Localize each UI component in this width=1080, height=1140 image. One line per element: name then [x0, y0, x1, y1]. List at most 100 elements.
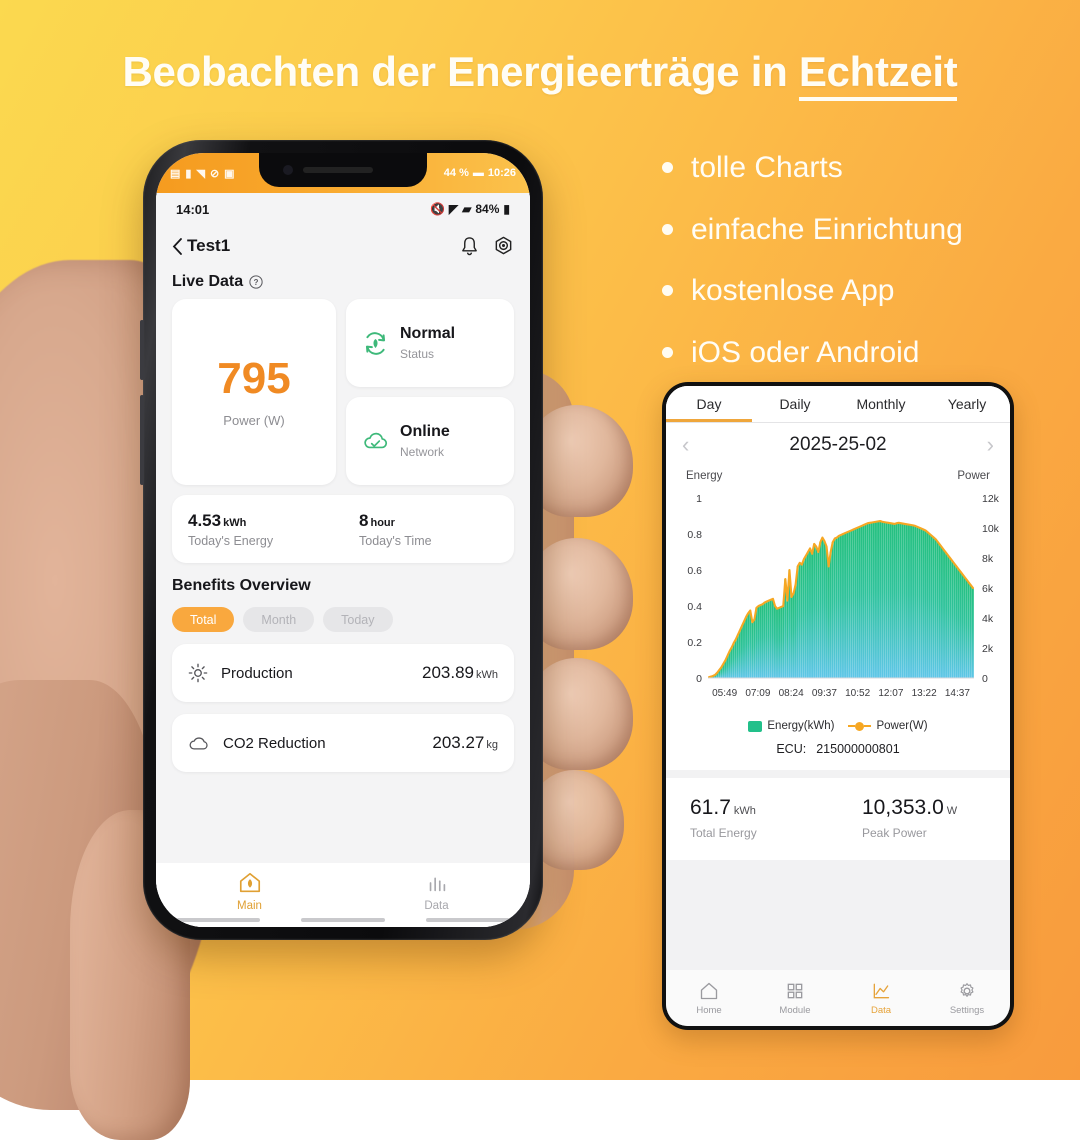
phone-device: ▤ ▮ ◥ ⊘ ▣ 44 % ▬ 10:26 14:01 🔇 ◤ ▰ 84% ▮…	[140, 140, 543, 940]
legend-energy: Energy(kWh)	[748, 720, 834, 732]
power-value: 795	[217, 353, 291, 403]
filter-today[interactable]: Today	[323, 607, 393, 632]
tab-day[interactable]: Day	[666, 396, 752, 422]
benefits-title-label: Benefits Overview	[172, 577, 311, 594]
power-card[interactable]: 795 Power (W)	[172, 299, 336, 485]
battery-percent: 84%	[475, 202, 500, 216]
home-indicator	[156, 918, 530, 922]
filter-month[interactable]: Month	[243, 607, 315, 632]
benefits-title: Benefits Overview	[156, 563, 530, 603]
grid-icon	[787, 983, 803, 998]
bar-chart-icon	[429, 877, 445, 892]
total-energy-unit: kWh	[733, 805, 756, 817]
tab-yearly[interactable]: Yearly	[924, 396, 1010, 422]
left-axis-title: Energy	[686, 470, 723, 482]
status-icons: 🔇 ◤ ▰ 84% ▮	[430, 202, 510, 216]
bell-icon[interactable]	[460, 236, 479, 257]
network-card[interactable]: Online Network	[346, 397, 514, 485]
today-time-unit: hour	[370, 516, 395, 529]
status-card[interactable]: Normal Status	[346, 299, 514, 387]
tab-data-label: Data	[870, 1004, 892, 1016]
network-card-text: Online Network	[400, 423, 450, 458]
chart-screen: Day Daily Monthly Yearly ‹ 2025-25-02 › …	[666, 386, 1010, 1026]
filter-total[interactable]: Total	[172, 607, 235, 632]
bullet-label: iOS oder Android	[691, 335, 920, 369]
phone-notch	[259, 153, 427, 187]
home-indicator-bar	[176, 918, 261, 922]
total-energy-cell: 61.7 kWh Total Energy	[666, 796, 838, 840]
tab-data[interactable]: Data	[343, 871, 530, 912]
tab-module[interactable]: Module	[752, 981, 838, 1016]
today-summary-card[interactable]: 4.53 kWh Today's Energy 8 hour Today's Tim…	[172, 495, 514, 563]
volume-down-button[interactable]	[140, 395, 144, 485]
legend-energy-swatch	[748, 720, 763, 732]
today-energy-cell: 4.53 kWh Today's Energy	[172, 511, 343, 548]
tab-monthly[interactable]: Monthly	[838, 396, 924, 422]
status-card-text: Normal Status	[400, 325, 455, 360]
peak-power-label: Peak Power	[862, 826, 927, 840]
app-icon: ▣	[224, 167, 235, 180]
live-data-title: Live Data ?	[156, 267, 530, 299]
chevron-left-icon[interactable]: ‹	[682, 432, 689, 458]
benefit-row-co2[interactable]: CO2 Reduction 203.27 kg	[172, 714, 514, 772]
svg-text:13:22: 13:22	[912, 688, 937, 699]
period-tabs: Day Daily Monthly Yearly	[666, 386, 1010, 422]
svg-text:8k: 8k	[982, 553, 994, 565]
today-time-cell: 8 hour Today's Time	[343, 511, 514, 548]
status-card-subtitle: Status	[400, 346, 435, 361]
chart-plot-area[interactable]: 1 0.8 0.6 0.4 0.2 0 12k 10k 8k 6k 4k 2k 0 05:49 07:09 0…	[666, 482, 1010, 714]
tab-home-label: Home	[696, 1004, 722, 1016]
live-data-label: Live Data	[172, 273, 244, 290]
bullet-label: tolle Charts	[691, 151, 843, 184]
benefit-row-production[interactable]: Production 203.89 kWh	[172, 644, 514, 702]
tab-settings-label: Settings	[949, 1004, 985, 1016]
battery-icon: ▬	[472, 167, 484, 179]
app-header: Test1	[156, 225, 530, 267]
benefits-filter-group: Total Month Today	[156, 607, 530, 632]
energy-power-chart: 1 0.8 0.6 0.4 0.2 0 12k 10k 8k 6k 4k 2k 0 05:49 07:09 0…	[687, 493, 999, 699]
wifi-icon: ◥	[196, 167, 205, 180]
home-indicator-bar	[425, 918, 510, 922]
volume-up-button[interactable]	[140, 320, 144, 380]
production-value-wrap: 203.89 kWh	[422, 663, 498, 683]
help-icon[interactable]: ?	[249, 275, 263, 289]
svg-text:2k: 2k	[982, 643, 994, 655]
home-leaf-icon	[239, 872, 260, 893]
tab-daily[interactable]: Daily	[752, 396, 838, 422]
page-title: Beobachten der Energieerträge in Echtzei…	[0, 48, 1080, 101]
svg-text:05:49: 05:49	[712, 688, 737, 699]
gear-icon[interactable]	[493, 236, 514, 257]
cloud-check-icon	[364, 432, 388, 448]
today-time-value-row: 8 hour	[359, 511, 514, 531]
today-energy-value: 4.53	[188, 510, 222, 530]
network-card-title: Online	[400, 423, 450, 441]
front-camera	[283, 165, 293, 175]
chart-legend: Energy(kWh) Power(W)	[666, 714, 1010, 734]
network-card-subtitle: Network	[400, 444, 445, 459]
bullet-dot-icon	[662, 346, 673, 358]
gear-icon	[960, 982, 974, 997]
axis-titles: Energy Power	[666, 464, 1010, 482]
tab-main[interactable]: Main	[156, 871, 343, 912]
selected-date: 2025-25-02	[789, 434, 887, 455]
bullet-dot-icon	[662, 285, 673, 297]
svg-text:12:07: 12:07	[878, 688, 903, 699]
header-actions	[460, 236, 514, 257]
feature-bullet-list: tolle Charts einfache Einrichtung kosten…	[662, 150, 1062, 396]
legend-power-label: Power(W)	[876, 720, 928, 732]
ecu-key: ECU:	[776, 742, 807, 756]
production-label: Production	[221, 664, 293, 682]
tab-module-label: Module	[779, 1004, 811, 1016]
page-title-prefix: Beobachten der Energieerträge in	[122, 48, 799, 95]
tab-home[interactable]: Home	[666, 981, 752, 1016]
tab-settings[interactable]: Settings	[924, 981, 1010, 1016]
line-chart-icon	[873, 983, 890, 998]
svg-text:0: 0	[982, 673, 988, 685]
status-card-title: Normal	[400, 325, 456, 343]
chevron-right-icon[interactable]: ›	[987, 432, 994, 458]
legend-power-swatch	[848, 721, 872, 731]
back-nav[interactable]: Test1	[172, 236, 230, 256]
tab-data[interactable]: Data	[838, 981, 924, 1016]
page-title-emphasis: Echtzeit	[798, 48, 958, 101]
svg-text:0.4: 0.4	[687, 601, 702, 613]
